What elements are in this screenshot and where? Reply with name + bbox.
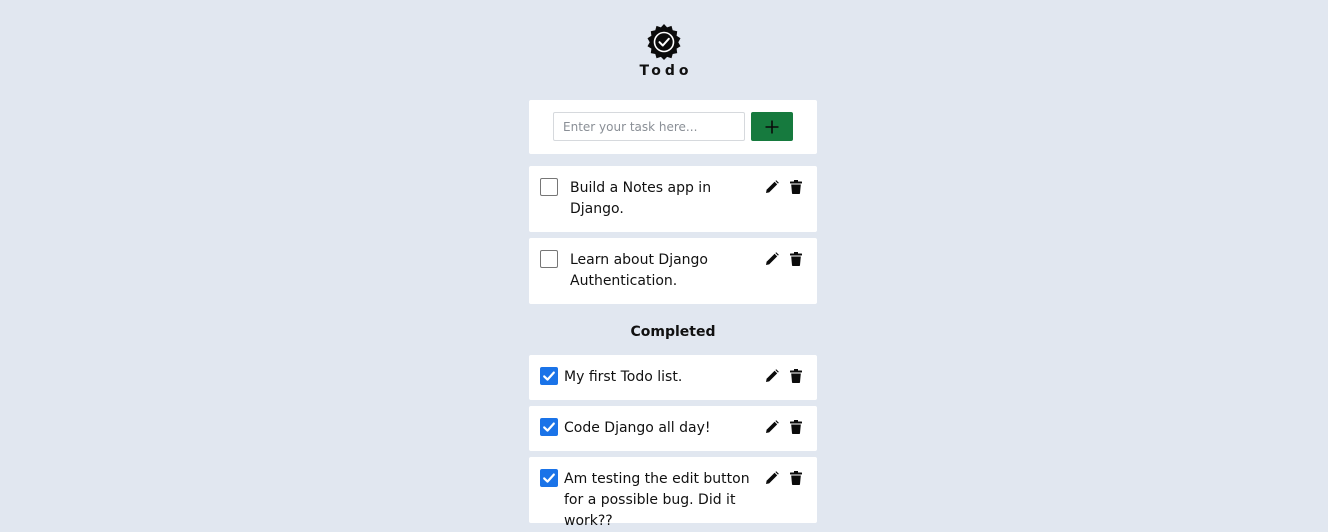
task-checkbox-checked[interactable]: [540, 367, 558, 385]
list-item: Am testing the edit button for a possibl…: [529, 457, 817, 529]
app-title: Todo: [639, 63, 693, 79]
task-text: My first Todo list.: [564, 369, 683, 385]
completed-heading: Completed: [630, 324, 716, 340]
task-input[interactable]: [553, 112, 745, 141]
pencil-icon[interactable]: [764, 251, 780, 267]
list-item: My first Todo list.: [529, 355, 817, 400]
task-text: Learn about Django Authentication.: [570, 252, 708, 289]
list-item: Build a Notes app in Django.: [529, 166, 817, 232]
task-checkbox[interactable]: [540, 178, 558, 196]
pending-task-list: Build a Notes app in Django. Learn about…: [529, 166, 817, 304]
task-text: Code Django all day!: [564, 420, 711, 436]
task-text: Build a Notes app in Django.: [570, 180, 712, 217]
checkmark-icon: [543, 371, 555, 381]
todo-container: Build a Notes app in Django. Learn about…: [529, 100, 817, 529]
app-header: Todo: [0, 24, 1328, 79]
task-text: Am testing the edit button for a possibl…: [564, 471, 750, 529]
list-item: Learn about Django Authentication.: [529, 238, 817, 304]
trash-icon[interactable]: [788, 251, 804, 267]
check-badge-icon: [646, 24, 682, 60]
trash-icon[interactable]: [788, 470, 804, 486]
pencil-icon[interactable]: [764, 368, 780, 384]
trash-icon[interactable]: [788, 419, 804, 435]
list-item: Code Django all day!: [529, 406, 817, 451]
pencil-icon[interactable]: [764, 419, 780, 435]
completed-task-list: My first Todo list. Code Django all day!…: [529, 355, 817, 529]
pencil-icon[interactable]: [764, 179, 780, 195]
trash-icon[interactable]: [788, 179, 804, 195]
task-checkbox-checked[interactable]: [540, 418, 558, 436]
add-task-button[interactable]: [751, 112, 793, 141]
plus-icon: [764, 119, 780, 135]
trash-icon[interactable]: [788, 368, 804, 384]
pencil-icon[interactable]: [764, 470, 780, 486]
add-task-form: [529, 100, 817, 154]
checkmark-icon: [543, 473, 555, 483]
task-checkbox[interactable]: [540, 250, 558, 268]
task-checkbox-checked[interactable]: [540, 469, 558, 487]
checkmark-icon: [543, 422, 555, 432]
